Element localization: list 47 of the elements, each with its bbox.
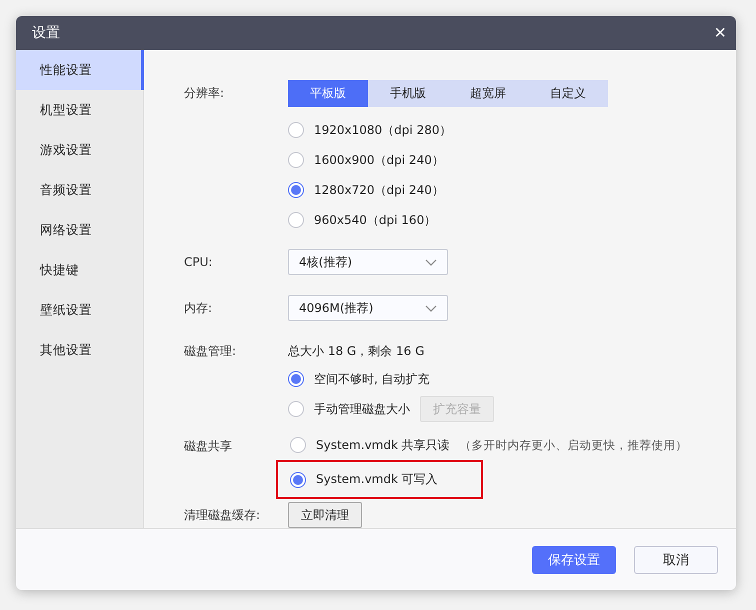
field-label: 磁盘管理: — [184, 343, 238, 360]
resolution-tab[interactable]: 手机版 — [368, 80, 448, 107]
sidebar-item[interactable]: 游戏设置 — [16, 130, 144, 170]
dropdown-value: 4096M(推荐) — [299, 300, 374, 316]
sidebar-item[interactable]: 快捷键 — [16, 250, 144, 290]
resolution-tab[interactable]: 自定义 — [528, 80, 608, 107]
window-title: 设置 — [32, 24, 60, 42]
radio-button[interactable] — [288, 182, 304, 198]
field-label: 分辨率: — [184, 85, 226, 102]
clean-button[interactable]: 立即清理 — [288, 502, 362, 528]
cpu-dropdown[interactable]: 4核(推荐) — [288, 249, 448, 275]
chevron-down-icon — [425, 304, 437, 312]
option-label: 1920x1080（dpi 280） — [314, 122, 452, 138]
memory-dropdown[interactable]: 4096M(推荐) — [288, 295, 448, 321]
radio-button[interactable] — [288, 212, 304, 228]
sidebar-item[interactable]: 性能设置 — [16, 50, 144, 90]
dropdown-value: 4核(推荐) — [299, 254, 352, 270]
sidebar-item[interactable]: 机型设置 — [16, 90, 144, 130]
option-label: 手动管理磁盘大小 — [314, 400, 410, 418]
option-label: 1280x720（dpi 240） — [314, 182, 444, 198]
field-label: 磁盘共享 — [184, 438, 233, 455]
option-label: 空间不够时, 自动扩充 — [314, 370, 430, 388]
close-button[interactable]: × — [714, 23, 726, 43]
radio-button[interactable] — [288, 122, 304, 138]
sidebar-item[interactable]: 音频设置 — [16, 170, 144, 210]
cancel-button[interactable]: 取消 — [634, 546, 718, 574]
radio-button[interactable] — [288, 371, 304, 387]
field-label: 清理磁盘缓存: — [184, 506, 262, 524]
field-label: 内存: — [184, 300, 214, 316]
option-label: System.vmdk 共享只读 — [316, 436, 450, 454]
chevron-down-icon — [425, 258, 437, 266]
option-label: 1600x900（dpi 240） — [314, 152, 444, 168]
radio-button[interactable] — [290, 472, 306, 488]
sidebar-item[interactable]: 其他设置 — [16, 330, 144, 370]
disk-summary: 总大小 18 G，剩余 16 G — [288, 343, 426, 360]
sidebar-item[interactable]: 网络设置 — [16, 210, 144, 250]
radio-button[interactable] — [290, 437, 306, 453]
radio-button[interactable] — [288, 152, 304, 168]
field-label: CPU: — [184, 255, 214, 269]
option-label: 960x540（dpi 160） — [314, 212, 436, 228]
resolution-tab[interactable]: 超宽屏 — [448, 80, 528, 107]
option-label: System.vmdk 可写入 — [316, 471, 438, 488]
resolution-tab[interactable]: 平板版 — [288, 80, 368, 107]
save-button[interactable]: 保存设置 — [532, 546, 616, 574]
radio-button[interactable] — [288, 401, 304, 417]
sidebar-item[interactable]: 壁纸设置 — [16, 290, 144, 330]
option-note: （多开时内存更小、启动更快，推荐使用） — [460, 438, 688, 452]
